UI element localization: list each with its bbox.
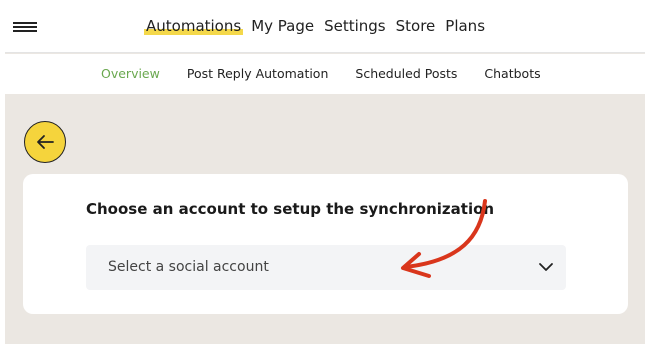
- tab-scheduled-posts[interactable]: Scheduled Posts: [355, 66, 457, 82]
- social-account-select[interactable]: Select a social account: [86, 245, 566, 290]
- sub-navigation-bar: Overview Post Reply Automation Scheduled…: [5, 54, 645, 94]
- card-title: Choose an account to setup the synchroni…: [86, 200, 495, 218]
- nav-item-automations[interactable]: Automations: [143, 15, 244, 37]
- nav-item-store[interactable]: Store: [396, 15, 436, 37]
- select-placeholder: Select a social account: [108, 259, 269, 275]
- arrow-left-icon: [37, 135, 54, 149]
- nav-item-plans[interactable]: Plans: [445, 15, 485, 37]
- tab-post-reply-automation[interactable]: Post Reply Automation: [187, 66, 329, 82]
- sub-nav: Overview Post Reply Automation Scheduled…: [101, 66, 568, 82]
- main-nav: Automations My Page Settings Store Plans: [143, 15, 495, 37]
- hamburger-menu-icon[interactable]: [13, 21, 39, 37]
- account-sync-card: Choose an account to setup the synchroni…: [23, 174, 628, 314]
- app-frame: Automations My Page Settings Store Plans…: [5, 5, 645, 344]
- nav-item-settings[interactable]: Settings: [324, 15, 386, 37]
- nav-item-my-page[interactable]: My Page: [251, 15, 314, 37]
- tab-overview[interactable]: Overview: [101, 66, 160, 82]
- chevron-down-icon: [539, 263, 553, 271]
- back-button[interactable]: [24, 121, 66, 163]
- top-navigation-bar: Automations My Page Settings Store Plans: [5, 5, 645, 53]
- tab-chatbots[interactable]: Chatbots: [484, 66, 540, 82]
